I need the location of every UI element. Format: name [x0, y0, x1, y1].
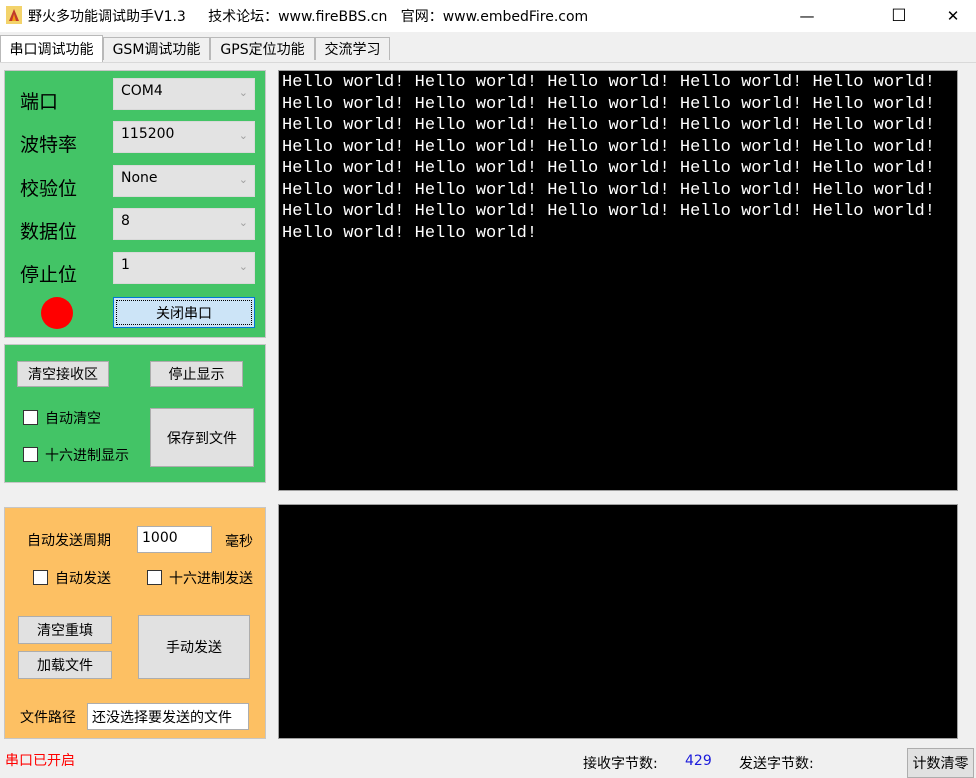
manual-send-button[interactable]: 手动发送 — [138, 615, 250, 679]
stopbits-select[interactable]: 1 ⌄ — [113, 252, 255, 284]
tab-learning[interactable]: 交流学习 — [315, 37, 390, 60]
send-period-label: 自动发送周期 — [27, 533, 111, 549]
chevron-down-icon: ⌄ — [238, 260, 248, 273]
reset-count-button[interactable]: 计数清零 — [907, 748, 974, 778]
send-period-input[interactable]: 1000 — [137, 526, 212, 553]
file-path-label: 文件路径 — [20, 710, 76, 726]
tab-gsm[interactable]: GSM调试功能 — [103, 37, 210, 60]
clear-receive-button[interactable]: 清空接收区 — [17, 361, 109, 387]
port-select[interactable]: COM4 ⌄ — [113, 78, 255, 110]
baud-select[interactable]: 115200 ⌄ — [113, 121, 255, 153]
file-path-field[interactable]: 还没选择要发送的文件 — [87, 703, 249, 730]
port-value: COM4 — [121, 83, 163, 99]
baud-value: 115200 — [121, 126, 175, 142]
chevron-down-icon: ⌄ — [238, 129, 248, 142]
close-window-button[interactable]: ✕ — [930, 0, 976, 32]
send-area[interactable] — [278, 504, 958, 739]
chevron-down-icon: ⌄ — [238, 173, 248, 186]
maximize-button[interactable]: ☐ — [876, 0, 922, 32]
auto-send-checkbox[interactable] — [33, 570, 48, 585]
stop-display-button[interactable]: 停止显示 — [150, 361, 243, 387]
chevron-down-icon: ⌄ — [238, 86, 248, 99]
hex-display-checkbox[interactable] — [23, 447, 38, 462]
receive-area[interactable]: Hello world! Hello world! Hello world! H… — [278, 70, 958, 491]
maximize-icon: ☐ — [891, 6, 907, 26]
auto-clear-checkbox[interactable] — [23, 410, 38, 425]
minimize-button[interactable]: — — [784, 0, 830, 32]
databits-label: 数据位 — [20, 221, 78, 243]
auto-clear-label: 自动清空 — [45, 411, 101, 427]
parity-label: 校验位 — [20, 178, 78, 200]
auto-send-label: 自动发送 — [55, 571, 111, 587]
close-icon: ✕ — [946, 7, 960, 25]
databits-value: 8 — [121, 213, 130, 229]
hex-send-checkbox[interactable] — [147, 570, 162, 585]
app-icon — [6, 6, 22, 24]
port-status-text: 串口已开启 — [5, 753, 75, 769]
rx-count-label: 接收字节数: — [583, 756, 658, 772]
close-port-button[interactable]: 关闭串口 — [113, 297, 255, 328]
port-label: 端口 — [20, 91, 59, 113]
hex-display-label: 十六进制显示 — [45, 448, 129, 464]
parity-value: None — [121, 170, 158, 186]
window-title: 野火多功能调试助手V1.3 技术论坛：www.fireBBS.cn 官网：www… — [28, 9, 589, 25]
rx-count-value: 429 — [685, 753, 712, 769]
tx-count-label: 发送字节数: — [739, 756, 814, 772]
tab-serial[interactable]: 串口调试功能 — [0, 35, 103, 62]
tab-gps[interactable]: GPS定位功能 — [210, 37, 315, 60]
port-status-indicator — [41, 297, 73, 329]
chevron-down-icon: ⌄ — [238, 216, 248, 229]
clear-refill-button[interactable]: 清空重填 — [18, 616, 112, 644]
minimize-icon: — — [799, 7, 815, 25]
hex-send-label: 十六进制发送 — [169, 571, 253, 587]
receive-text: Hello world! Hello world! Hello world! H… — [282, 73, 935, 243]
parity-select[interactable]: None ⌄ — [113, 165, 255, 197]
save-to-file-button[interactable]: 保存到文件 — [150, 408, 254, 467]
receive-scrollbar[interactable] — [958, 70, 976, 491]
load-file-button[interactable]: 加载文件 — [18, 651, 112, 679]
stopbits-value: 1 — [121, 257, 130, 273]
databits-select[interactable]: 8 ⌄ — [113, 208, 255, 240]
baud-label: 波特率 — [20, 134, 78, 156]
send-period-unit: 毫秒 — [225, 534, 253, 550]
stopbits-label: 停止位 — [20, 264, 78, 286]
